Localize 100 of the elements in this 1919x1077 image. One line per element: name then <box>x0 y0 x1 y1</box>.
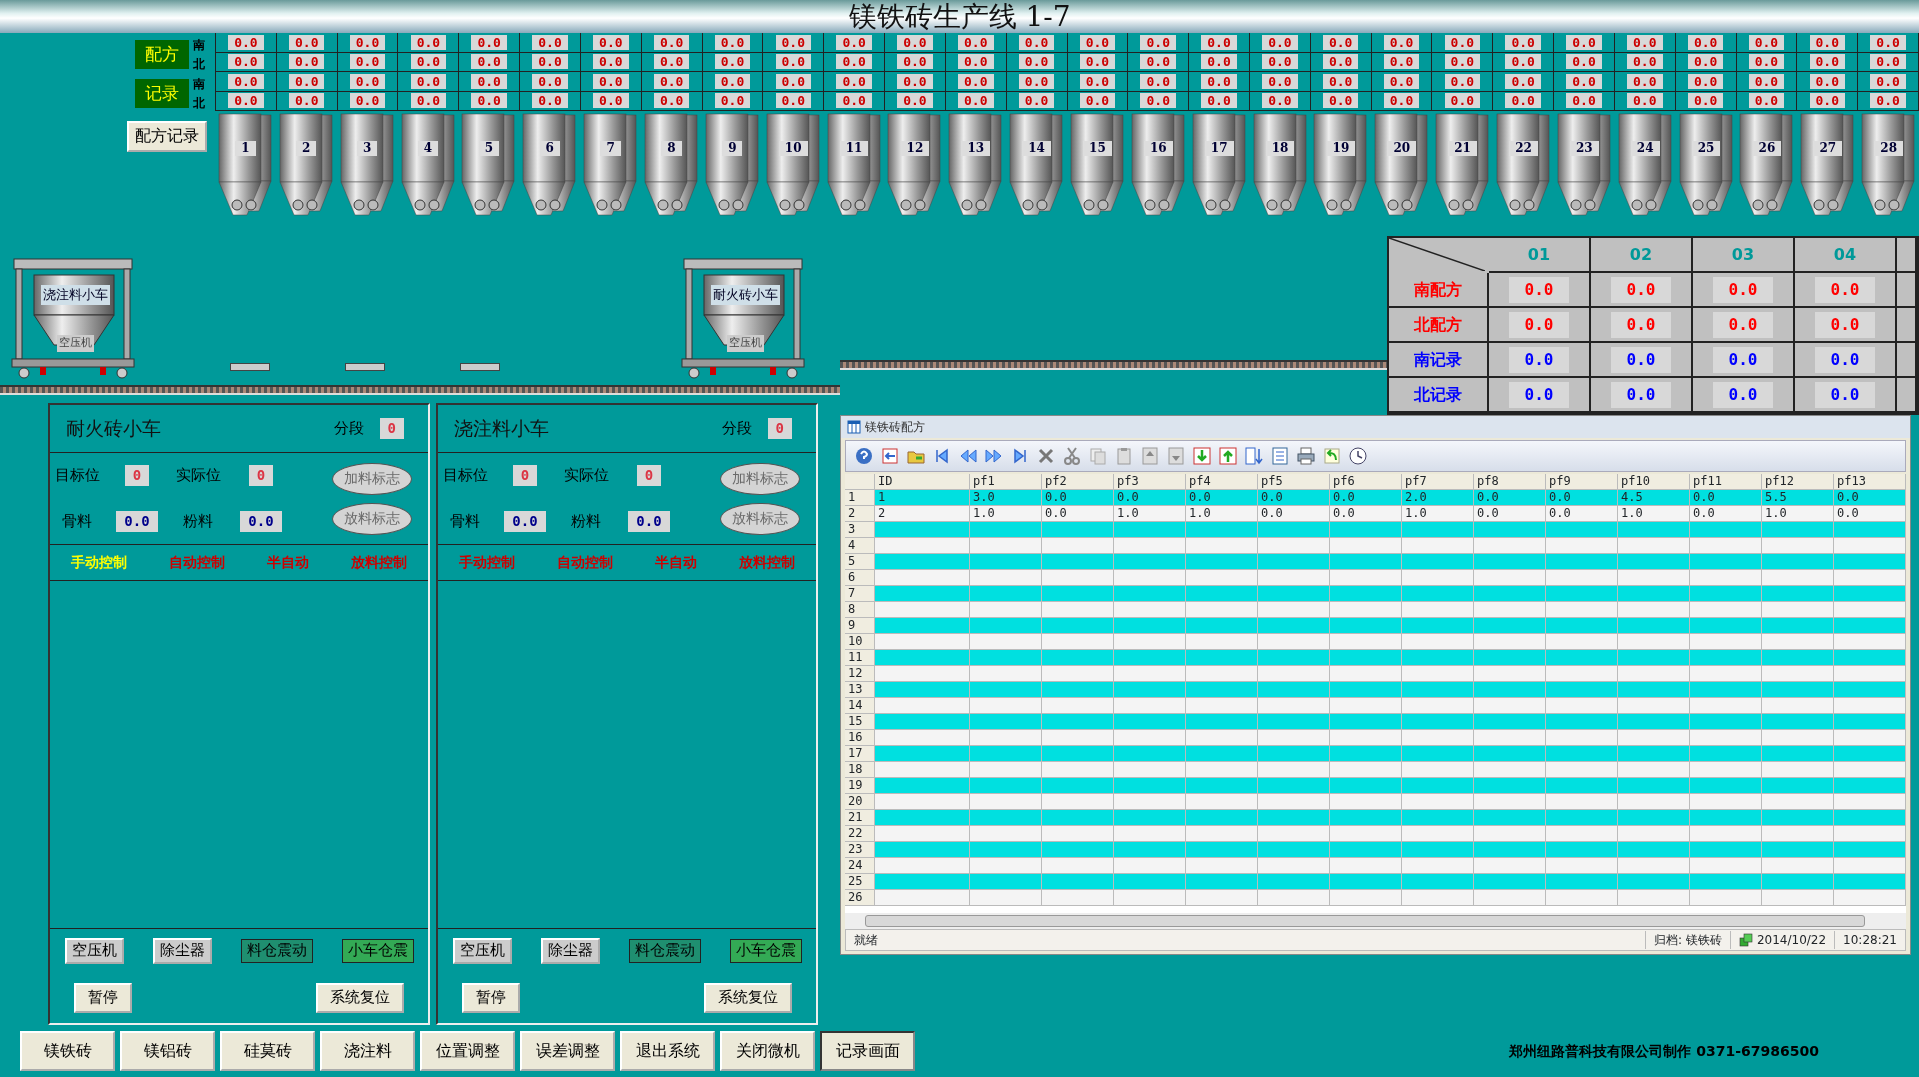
device-button[interactable]: 空压机 <box>452 938 512 964</box>
field-label: 骨料 <box>450 511 480 533</box>
help-icon[interactable] <box>854 446 874 466</box>
value-display: 0.0 <box>1566 73 1602 89</box>
flag-indicator: 放料标志 <box>720 502 800 535</box>
value-display: 0.0 <box>1444 34 1481 50</box>
row-number: 2 <box>845 506 875 522</box>
nav-button[interactable]: 位置调整 <box>420 1031 515 1071</box>
move-up-icon[interactable] <box>1140 446 1160 466</box>
recipe-record-button[interactable]: 配方记录 <box>127 121 207 152</box>
time-text: 10:28:21 <box>1834 931 1905 949</box>
value-display: 0.0 <box>775 34 812 50</box>
value-display: 0.0 <box>897 34 933 50</box>
silo-number: 17 <box>1204 141 1234 156</box>
device-button[interactable]: 空压机 <box>64 938 124 964</box>
upload-icon[interactable] <box>1218 446 1238 466</box>
value-display: 0.0 <box>628 511 670 532</box>
clipboard-icon[interactable] <box>1114 446 1134 466</box>
value-display: 0.0 <box>228 73 264 89</box>
value-display: 0.0 <box>289 54 325 70</box>
move-down-icon[interactable] <box>1166 446 1186 466</box>
nav-button[interactable]: 关闭微机 <box>720 1031 815 1071</box>
device-button[interactable]: 料仓震动 <box>628 939 701 963</box>
row-number: 5 <box>845 554 875 570</box>
nav-button[interactable]: 镁铁砖 <box>20 1031 115 1071</box>
value-display: 0.0 <box>410 73 447 89</box>
value-display: 0.0 <box>1566 54 1602 70</box>
row-number: 14 <box>845 698 875 714</box>
printer-icon[interactable] <box>1296 446 1316 466</box>
value-display: 0.0 <box>1809 93 1845 109</box>
device-button[interactable]: 除尘器 <box>540 938 600 964</box>
status-text: 就绪 <box>853 932 878 949</box>
value-display: 0.0 <box>532 54 568 70</box>
device-button[interactable]: 小车仓震 <box>729 939 802 963</box>
value-display: 0.0 <box>349 34 386 50</box>
value-display: 0.0 <box>1444 73 1481 89</box>
action-button[interactable]: 系统复位 <box>316 983 404 1013</box>
value-display: 0.0 <box>1383 93 1420 109</box>
device-button[interactable]: 除尘器 <box>152 938 212 964</box>
value-display: 0.0 <box>1687 73 1724 89</box>
column-header: 02 <box>1629 243 1653 266</box>
column-header: pf13 <box>1834 474 1906 490</box>
copy-icon[interactable] <box>1088 446 1108 466</box>
silo-number: 19 <box>1326 141 1356 156</box>
segment-value: 0 <box>767 418 792 439</box>
silo-number: 25 <box>1691 141 1721 156</box>
row-number: 20 <box>845 794 875 810</box>
previous-icon[interactable] <box>958 446 978 466</box>
value-display: 0.0 <box>958 93 994 109</box>
value-display: 0.0 <box>1627 73 1663 89</box>
undo-icon[interactable] <box>1322 446 1342 466</box>
value-display: 0.0 <box>1018 34 1055 50</box>
column-header: pf1 <box>970 474 1042 490</box>
delete-icon[interactable] <box>1036 446 1056 466</box>
download-icon[interactable] <box>1192 446 1212 466</box>
value-display: 0.0 <box>228 54 264 70</box>
device-button[interactable]: 小车仓震 <box>341 939 414 963</box>
silo-number: 5 <box>478 141 500 156</box>
value-display: 0.0 <box>1444 54 1481 70</box>
value-display: 0.0 <box>1140 93 1176 109</box>
value-display: 0.0 <box>714 73 751 89</box>
panel-title: 浇注料小车 <box>454 416 549 442</box>
silo-number: 9 <box>722 141 743 156</box>
value-display: 0.0 <box>1809 54 1845 70</box>
nav-button[interactable]: 镁铝砖 <box>120 1031 215 1071</box>
clock-icon[interactable] <box>1348 446 1368 466</box>
side-label: 北 <box>193 55 206 73</box>
value-display: 0.0 <box>1201 73 1237 89</box>
nav-button[interactable]: 退出系统 <box>620 1031 715 1071</box>
next-icon[interactable] <box>984 446 1004 466</box>
value-display: 0.0 <box>410 93 447 109</box>
scissors-icon[interactable] <box>1062 446 1082 466</box>
scrollbar[interactable] <box>845 913 1906 929</box>
sort-icon[interactable] <box>1244 446 1264 466</box>
value-display: 0.0 <box>1140 73 1176 89</box>
scrollbar-thumb[interactable] <box>865 915 1865 927</box>
column-header: pf4 <box>1186 474 1258 490</box>
segment-label: 分段 <box>333 418 364 440</box>
value-display: 0.0 <box>1687 54 1724 70</box>
action-button[interactable]: 暂停 <box>74 983 132 1013</box>
nav-button[interactable]: 硅莫砖 <box>220 1031 315 1071</box>
row-number: 10 <box>845 634 875 650</box>
value-display: 0.0 <box>1508 346 1570 373</box>
action-button[interactable]: 暂停 <box>462 983 520 1013</box>
window-title: 镁铁砖配方 <box>865 419 925 436</box>
value-display: 0.0 <box>836 54 872 70</box>
exit-icon[interactable] <box>880 446 900 466</box>
value-display: 0.0 <box>836 93 872 109</box>
list-icon[interactable] <box>1270 446 1290 466</box>
action-button[interactable]: 系统复位 <box>704 983 792 1013</box>
device-button[interactable]: 料仓震动 <box>240 939 313 963</box>
value-display: 0.0 <box>1322 34 1359 50</box>
row-number: 4 <box>845 538 875 554</box>
value-display: 0.0 <box>1079 93 1116 109</box>
silo-number: 21 <box>1448 141 1477 156</box>
column-header: pf9 <box>1546 474 1618 490</box>
nav-button[interactable]: 误差调整 <box>520 1031 615 1071</box>
nav-button[interactable]: 浇注料 <box>320 1031 415 1071</box>
silo-number: 1 <box>235 141 256 156</box>
nav-button[interactable]: 记录画面 <box>820 1031 915 1071</box>
